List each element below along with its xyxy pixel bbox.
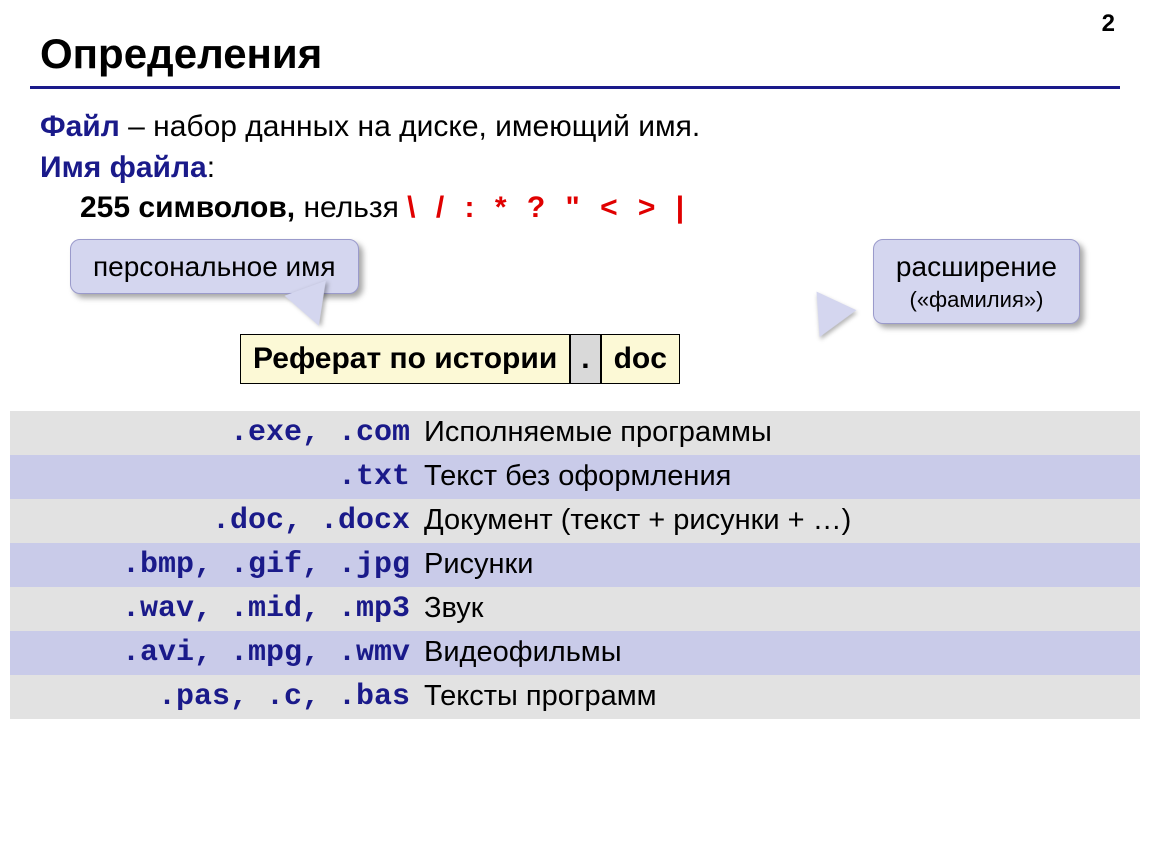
callout-right-text: расширение bbox=[896, 251, 1057, 282]
table-row: .bmp, .gif, .jpg Рисунки bbox=[10, 543, 1140, 587]
table-row: .doc, .docx Документ (текст + рисунки + … bbox=[10, 499, 1140, 543]
definition-file-text: – набор данных на диске, имеющий имя. bbox=[120, 110, 700, 143]
colon: : bbox=[207, 151, 215, 184]
desc-cell: Документ (текст + рисунки + …) bbox=[424, 504, 1140, 538]
table-row: .exe, .com Исполняемые программы bbox=[10, 411, 1140, 455]
title-underline bbox=[30, 86, 1120, 89]
definition-file: Файл – набор данных на диске, имеющий им… bbox=[40, 107, 1110, 148]
forbidden-chars: \ / : * ? " < > | bbox=[407, 191, 690, 224]
table-row: .txt Текст без оформления bbox=[10, 455, 1140, 499]
ext-cell: .pas, .c, .bas bbox=[10, 680, 424, 714]
filename-ext-part: doc bbox=[601, 334, 680, 385]
filename-example: Реферат по истории . doc bbox=[240, 334, 680, 385]
ext-cell: .doc, .docx bbox=[10, 504, 424, 538]
desc-cell: Видеофильмы bbox=[424, 636, 1140, 670]
term-file: Файл bbox=[40, 110, 120, 143]
table-row: .avi, .mpg, .wmv Видеофильмы bbox=[10, 631, 1140, 675]
filename-rule: 255 символов, нельзя \ / : * ? " < > | bbox=[40, 188, 1110, 229]
filename-dot: . bbox=[570, 334, 600, 385]
extensions-table: .exe, .com Исполняемые программы .txt Те… bbox=[10, 411, 1140, 719]
filename-name-part: Реферат по истории bbox=[240, 334, 570, 385]
callout-extension: расширение («фамилия») bbox=[873, 239, 1080, 324]
ext-cell: .txt bbox=[10, 460, 424, 494]
table-row: .wav, .mid, .mp3 Звук bbox=[10, 587, 1140, 631]
callout-right-sub: («фамилия») bbox=[896, 285, 1057, 315]
desc-cell: Рисунки bbox=[424, 548, 1140, 582]
slide-body: Файл – набор данных на диске, имеющий им… bbox=[0, 107, 1150, 399]
desc-cell: Тексты программ bbox=[424, 680, 1140, 714]
desc-cell: Текст без оформления bbox=[424, 460, 1140, 494]
term-filename: Имя файла bbox=[40, 151, 207, 184]
definition-filename: Имя файла: bbox=[40, 148, 1110, 189]
desc-cell: Звук bbox=[424, 592, 1140, 626]
ext-cell: .exe, .com bbox=[10, 416, 424, 450]
ext-cell: .avi, .mpg, .wmv bbox=[10, 636, 424, 670]
ext-cell: .wav, .mid, .mp3 bbox=[10, 592, 424, 626]
slide-title: Определения bbox=[0, 0, 1150, 86]
page-number: 2 bbox=[1102, 10, 1115, 38]
rule-plain: нельзя bbox=[295, 191, 407, 224]
ext-cell: .bmp, .gif, .jpg bbox=[10, 548, 424, 582]
table-row: .pas, .c, .bas Тексты программ bbox=[10, 675, 1140, 719]
desc-cell: Исполняемые программы bbox=[424, 416, 1140, 450]
callout-area: персональное имя расширение («фамилия») … bbox=[40, 239, 1110, 399]
callout-tail-right bbox=[800, 291, 857, 346]
callout-left-text: персональное имя bbox=[93, 251, 336, 282]
char-limit: 255 символов, bbox=[80, 191, 295, 224]
